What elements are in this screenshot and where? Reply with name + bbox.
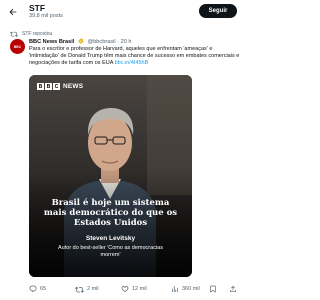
back-button[interactable] — [6, 5, 20, 19]
reply-icon — [29, 285, 37, 293]
bbc-logo-letter: B — [45, 83, 52, 90]
follow-button[interactable]: Seguir — [199, 4, 237, 18]
bbc-logo-letter: B — [37, 83, 44, 90]
reply-button[interactable]: 65 — [29, 284, 46, 294]
media-headline: Brasil é hoje um sistema mais democrátic… — [43, 198, 178, 228]
repost-count: 2 mil — [87, 286, 99, 292]
bookmark-button[interactable] — [209, 284, 217, 294]
views-count: 360 mil — [182, 286, 200, 292]
author-name[interactable]: BBC News Brasil — [29, 39, 74, 45]
media-person-name: Steven Levitsky — [85, 235, 136, 242]
avatar-text: BBC — [13, 44, 22, 49]
bookmark-icon — [210, 285, 216, 293]
like-count: 12 mil — [132, 286, 147, 292]
tweet-link[interactable]: bbc.in/4I45hB — [115, 60, 149, 66]
share-icon — [230, 285, 236, 292]
post-count: 39,8 mil posts — [29, 13, 63, 19]
repost-button[interactable]: 2 mil — [75, 284, 99, 294]
top-bar: STF 39,8 mil posts Seguir — [0, 0, 248, 26]
bbc-logo-news: NEWS — [63, 83, 84, 90]
author-row: BBC News Brasil @bbcbrasil · 20 h — [29, 38, 131, 46]
reply-count: 65 — [40, 286, 47, 292]
bbc-news-logo: B B C NEWS — [37, 83, 83, 90]
media-image[interactable]: B B C NEWS Brasil é hoje um sistema mais… — [29, 75, 192, 277]
heart-icon — [121, 286, 129, 292]
repost-icon — [10, 31, 18, 37]
like-button[interactable]: 12 mil — [121, 284, 147, 294]
views-icon — [172, 286, 178, 292]
separator: · — [117, 39, 120, 45]
views-button[interactable]: 360 mil — [171, 284, 200, 294]
avatar[interactable]: BBC — [10, 39, 25, 54]
post-time[interactable]: 20 h — [121, 39, 132, 45]
action-bar: 65 2 mil 12 mil 360 mil — [29, 284, 241, 294]
repost-indicator: STF repostou — [10, 30, 52, 37]
repost-label: STF repostou — [22, 30, 53, 37]
arrow-left-icon — [9, 8, 17, 16]
account-name: STF — [29, 3, 46, 13]
repost-action-icon — [75, 286, 84, 293]
verified-badge-icon — [78, 38, 84, 44]
tweet-text: Para o escritor e professor de Harvard, … — [29, 46, 243, 67]
share-button[interactable] — [229, 284, 237, 294]
author-handle[interactable]: @bbcbrasil — [88, 39, 116, 45]
bbc-logo-letter: C — [53, 83, 60, 90]
media-person-desc: Autor do best-seller 'Como as democracia… — [58, 245, 163, 258]
